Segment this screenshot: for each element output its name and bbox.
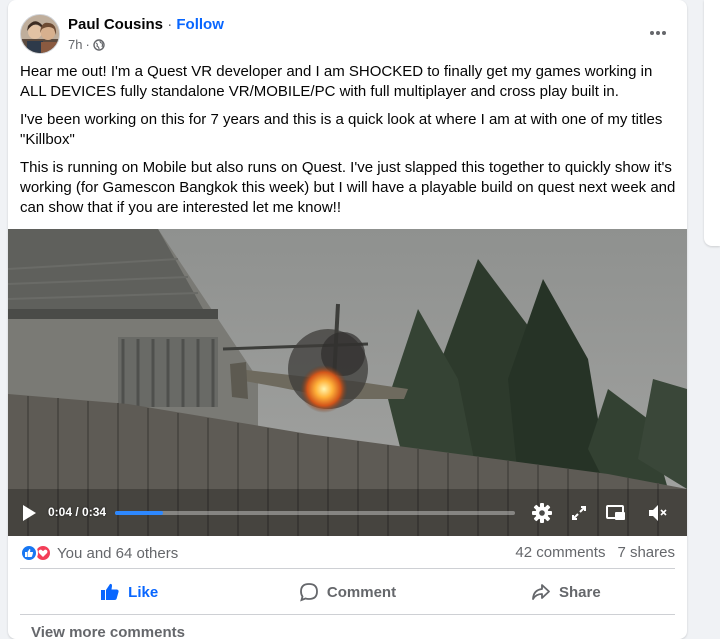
comment-label: Comment bbox=[326, 583, 397, 601]
view-more-comments-link[interactable]: View more comments bbox=[31, 624, 185, 639]
comment-icon bbox=[300, 583, 318, 602]
more-options-button[interactable] bbox=[641, 16, 675, 50]
reactions-summary[interactable]: You and 64 others bbox=[20, 544, 178, 562]
settings-icon[interactable] bbox=[531, 502, 553, 524]
more-options-icon bbox=[650, 31, 666, 35]
globe-icon[interactable] bbox=[93, 38, 105, 51]
comment-button[interactable]: Comment bbox=[238, 573, 456, 611]
video-time: 0:04 / 0:34 bbox=[48, 505, 107, 519]
post-time[interactable]: 7h bbox=[68, 37, 82, 52]
post-card: Paul Cousins · Follow 7h · Hear me out! … bbox=[8, 0, 687, 639]
author-avatar[interactable] bbox=[20, 14, 60, 54]
post-paragraph: This is running on Mobile but also runs … bbox=[20, 159, 676, 216]
post-meta: 7h · bbox=[68, 37, 105, 52]
post-header: Paul Cousins · Follow 7h · bbox=[20, 12, 675, 56]
comments-count[interactable]: 42 comments bbox=[515, 544, 605, 561]
stats-divider bbox=[20, 568, 675, 569]
miniplayer-icon[interactable] bbox=[605, 502, 627, 524]
video-progress-bar[interactable] bbox=[115, 511, 515, 515]
meta-separator: · bbox=[85, 37, 90, 52]
post-paragraph: I've been working on this for 7 years an… bbox=[20, 111, 663, 148]
author-name[interactable]: Paul Cousins bbox=[68, 16, 163, 33]
share-icon bbox=[532, 584, 550, 600]
like-reaction-icon bbox=[20, 544, 38, 562]
shares-count[interactable]: 7 shares bbox=[617, 544, 675, 561]
video-progress-fill bbox=[115, 511, 163, 515]
video-controls: 0:04 / 0:34 bbox=[8, 490, 687, 536]
post-actions: Like Comment Share bbox=[20, 573, 675, 611]
like-label: Like bbox=[128, 583, 159, 601]
like-button[interactable]: Like bbox=[20, 573, 238, 611]
follow-button[interactable]: Follow bbox=[176, 16, 224, 33]
post-body: Hear me out! I'm a Quest VR developer an… bbox=[20, 62, 680, 226]
fullscreen-icon[interactable] bbox=[568, 502, 590, 524]
author-line: Paul Cousins · Follow bbox=[68, 15, 224, 35]
reactions-count: You and 64 others bbox=[57, 544, 179, 562]
post-stats: You and 64 others 42 comments 7 shares bbox=[20, 542, 675, 566]
video-player[interactable]: 0:04 / 0:34 bbox=[8, 229, 687, 536]
post-paragraph: Hear me out! I'm a Quest VR developer an… bbox=[20, 63, 653, 100]
actions-divider bbox=[20, 614, 675, 615]
thumbs-up-icon bbox=[101, 583, 119, 600]
separator-dot: · bbox=[167, 16, 173, 33]
right-side-panel bbox=[704, 0, 720, 246]
share-button[interactable]: Share bbox=[457, 573, 675, 611]
engagement-counts: 42 comments 7 shares bbox=[515, 544, 675, 561]
mute-icon[interactable] bbox=[647, 502, 669, 524]
play-icon[interactable] bbox=[20, 504, 38, 522]
share-label: Share bbox=[558, 583, 601, 601]
